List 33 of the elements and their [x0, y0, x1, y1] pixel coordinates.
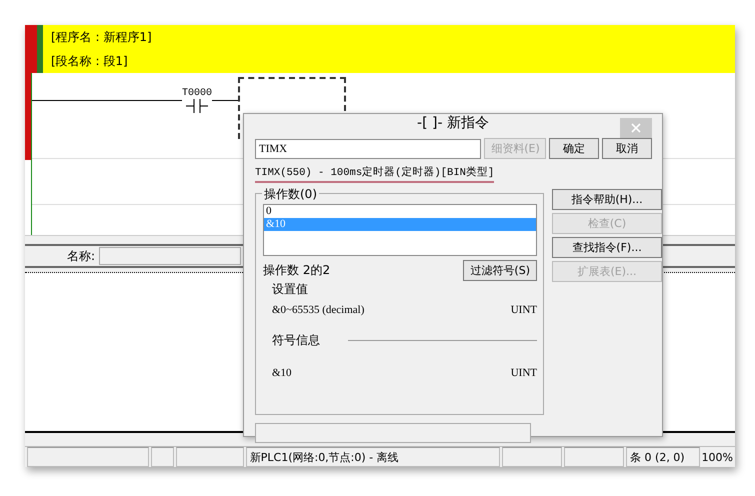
- operand-item[interactable]: 0: [264, 205, 536, 218]
- dialog-button[interactable]: 确定: [549, 138, 599, 159]
- side-button[interactable]: 查找指令(F)...: [552, 237, 662, 258]
- group-title: 操作数(0): [262, 186, 319, 203]
- range-type: UINT: [510, 304, 537, 316]
- range-value: &0~65535 (decimal): [272, 304, 364, 316]
- dialog-title: -[ ]- 新指令: [417, 114, 489, 132]
- dialog-button[interactable]: 取消: [602, 138, 652, 159]
- symbol-value: &10: [272, 367, 292, 379]
- filter-button[interactable]: 过滤符号(S): [463, 260, 537, 281]
- operand-list[interactable]: 0 &10: [263, 204, 537, 256]
- name-label: 名称:: [67, 248, 96, 264]
- close-button[interactable]: [620, 118, 652, 138]
- contact-icon: [186, 99, 208, 113]
- status-pane: [151, 447, 174, 467]
- side-button[interactable]: 指令帮助(H)...: [552, 189, 662, 210]
- zoom-level: 100%: [702, 450, 734, 464]
- symbol-info-label: 符号信息: [272, 332, 320, 349]
- instruction-description: TIMX(550) - 100ms定时器(定时器)[BIN类型]: [255, 165, 494, 183]
- instruction-input[interactable]: TIMX: [255, 138, 482, 158]
- status-pane: [564, 447, 624, 467]
- status-pane: [176, 447, 244, 467]
- setting-label: 设置值: [272, 281, 309, 298]
- name-field[interactable]: [99, 247, 242, 265]
- close-icon: [631, 123, 641, 133]
- operand-count: 操作数 2的2: [263, 262, 330, 279]
- program-name: [程序名 : 新程序1]: [51, 28, 152, 46]
- status-text: 新PLC1(网络:0,节点:0) - 离线: [246, 447, 500, 467]
- section-name: [段名称 : 段1]: [51, 52, 129, 70]
- contact-label: T0000: [182, 88, 212, 99]
- symbol-type: UINT: [510, 367, 537, 379]
- status-pane: [502, 447, 562, 467]
- status-position: 条 0 (2, 0): [626, 447, 700, 467]
